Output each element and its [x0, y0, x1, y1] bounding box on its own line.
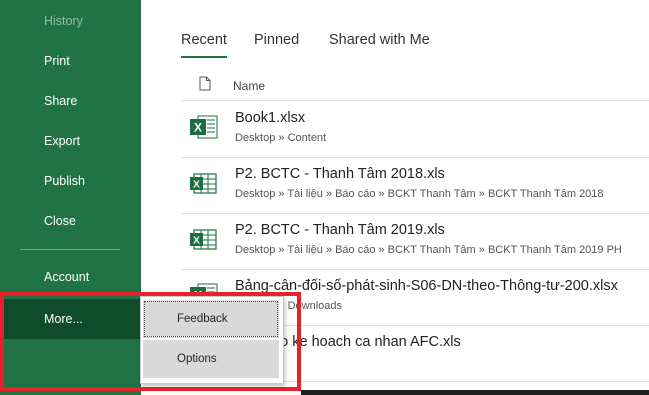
excel-xlsx-icon: X	[189, 112, 219, 147]
more-popup-menu: Feedback Options	[140, 296, 284, 384]
file-name: Bảng-cân-đối-số-phát-sinh-S06-DN-theo-Th…	[235, 278, 618, 294]
sidebar-divider	[20, 249, 120, 250]
file-name: P2. BCTC - Thanh Tâm 2019.xls	[235, 222, 445, 238]
menu-item-options[interactable]: Options	[143, 340, 279, 378]
excel-xls-icon: X	[189, 168, 219, 203]
tab-shared-with-me[interactable]: Shared with Me	[329, 32, 430, 48]
file-path: Desktop » Content	[235, 132, 327, 144]
nav-publish[interactable]: Publish	[0, 161, 141, 201]
nav-export[interactable]: Export	[0, 121, 141, 161]
nav-share[interactable]: Share	[0, 81, 141, 121]
file-list-header: Name	[181, 70, 649, 101]
excel-xls-icon: X	[189, 224, 219, 259]
svg-text:X: X	[193, 180, 200, 191]
document-icon	[199, 76, 211, 96]
svg-text:X: X	[193, 236, 200, 247]
file-row[interactable]: X P2. BCTC - Thanh Tâm 2018.xls Desktop …	[181, 157, 649, 214]
tab-recent[interactable]: Recent	[181, 32, 227, 48]
file-name: Book1.xlsx	[235, 110, 306, 126]
svg-text:X: X	[194, 121, 202, 135]
name-column-header[interactable]: Name	[233, 79, 265, 93]
file-row[interactable]: X P2. BCTC - Thanh Tâm 2019.xls Desktop …	[181, 213, 649, 270]
nav-more[interactable]: More...	[0, 299, 141, 339]
backstage-sidebar: History Print Share Export Publish Close…	[0, 0, 141, 395]
menu-item-feedback[interactable]: Feedback	[143, 300, 279, 338]
tab-pinned[interactable]: Pinned	[254, 32, 299, 48]
tab-active-indicator	[181, 56, 227, 58]
file-row[interactable]: X Book1.xlsx Desktop » Content	[181, 101, 649, 158]
file-name: P2. BCTC - Thanh Tâm 2018.xls	[235, 166, 445, 182]
file-path: Desktop » Tài liệu » Báo cáo » BCKT Than…	[235, 188, 604, 200]
nav-print[interactable]: Print	[0, 41, 141, 81]
file-path: Desktop » Tài liệu » Báo cáo » BCKT Than…	[235, 244, 622, 256]
nav-history[interactable]: History	[0, 1, 141, 41]
nav-close[interactable]: Close	[0, 201, 141, 241]
nav-account[interactable]: Account	[0, 257, 141, 297]
taskbar-edge	[301, 390, 649, 395]
